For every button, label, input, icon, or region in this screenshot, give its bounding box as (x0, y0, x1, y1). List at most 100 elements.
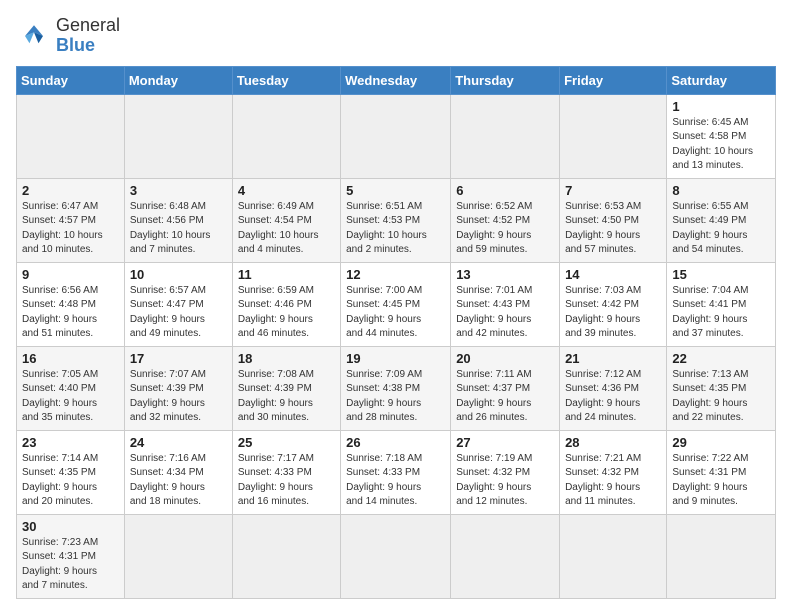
weekday-header-saturday: Saturday (667, 66, 776, 94)
day-number: 16 (22, 351, 119, 366)
calendar-cell: 7 Sunrise: 6:53 AM Sunset: 4:50 PM Daylig… (560, 178, 667, 262)
calendar-cell: 26 Sunrise: 7:18 AM Sunset: 4:33 PM Dayli… (341, 430, 451, 514)
day-info: Sunrise: 7:22 AM Sunset: 4:31 PM Dayligh… (672, 452, 770, 510)
day-number: 4 (238, 183, 335, 198)
calendar-cell (451, 514, 560, 598)
day-number: 20 (456, 351, 554, 366)
calendar-header-row: SundayMondayTuesdayWednesdayThursdayFrid… (17, 66, 776, 94)
day-number: 21 (565, 351, 661, 366)
calendar-cell (341, 94, 451, 178)
calendar-cell: 9 Sunrise: 6:56 AM Sunset: 4:48 PM Daylig… (17, 262, 125, 346)
calendar-cell: 19Sunrise: 7:09 AM Sunset: 4:38 PM Dayli… (341, 346, 451, 430)
calendar-table: SundayMondayTuesdayWednesdayThursdayFrid… (16, 66, 776, 599)
calendar-cell: 16 Sunrise: 7:05 AM Sunset: 4:40 PM Dayli… (17, 346, 125, 430)
day-number: 12 (346, 267, 445, 282)
day-number: 13 (456, 267, 554, 282)
calendar-cell: 28 Sunrise: 7:21 AM Sunset: 4:32 PM Dayli… (560, 430, 667, 514)
calendar-cell (667, 514, 776, 598)
calendar-week-row: 23 Sunrise: 7:14 AM Sunset: 4:35 PM Dayli… (17, 430, 776, 514)
day-number: 24 (130, 435, 227, 450)
calendar-cell (17, 94, 125, 178)
day-info: Sunrise: 7:11 AM Sunset: 4:37 PM Dayligh… (456, 368, 554, 426)
day-info: Sunrise: 7:00 AM Sunset: 4:45 PM Dayligh… (346, 284, 445, 342)
calendar-cell (124, 94, 232, 178)
day-number: 30 (22, 519, 119, 534)
calendar-cell: 20 Sunrise: 7:11 AM Sunset: 4:37 PM Dayli… (451, 346, 560, 430)
day-info: Sunrise: 6:57 AM Sunset: 4:47 PM Dayligh… (130, 284, 227, 342)
weekday-header-sunday: Sunday (17, 66, 125, 94)
day-info: Sunrise: 7:14 AM Sunset: 4:35 PM Dayligh… (22, 452, 119, 510)
day-number: 22 (672, 351, 770, 366)
calendar-cell: 22 Sunrise: 7:13 AM Sunset: 4:35 PM Dayli… (667, 346, 776, 430)
calendar-cell: 12 Sunrise: 7:00 AM Sunset: 4:45 PM Dayli… (341, 262, 451, 346)
logo-text: General Blue (56, 16, 120, 56)
day-number: 2 (22, 183, 119, 198)
calendar-cell: 6Sunrise: 6:52 AM Sunset: 4:52 PM Daylig… (451, 178, 560, 262)
day-number: 8 (672, 183, 770, 198)
day-number: 29 (672, 435, 770, 450)
day-info: Sunrise: 7:01 AM Sunset: 4:43 PM Dayligh… (456, 284, 554, 342)
day-info: Sunrise: 6:49 AM Sunset: 4:54 PM Dayligh… (238, 200, 335, 258)
day-info: Sunrise: 7:23 AM Sunset: 4:31 PM Dayligh… (22, 536, 119, 594)
calendar-cell: 11 Sunrise: 6:59 AM Sunset: 4:46 PM Dayli… (232, 262, 340, 346)
day-info: Sunrise: 7:19 AM Sunset: 4:32 PM Dayligh… (456, 452, 554, 510)
day-info: Sunrise: 7:16 AM Sunset: 4:34 PM Dayligh… (130, 452, 227, 510)
day-info: Sunrise: 7:21 AM Sunset: 4:32 PM Dayligh… (565, 452, 661, 510)
day-info: Sunrise: 7:13 AM Sunset: 4:35 PM Dayligh… (672, 368, 770, 426)
day-info: Sunrise: 7:03 AM Sunset: 4:42 PM Dayligh… (565, 284, 661, 342)
day-info: Sunrise: 6:55 AM Sunset: 4:49 PM Dayligh… (672, 200, 770, 258)
calendar-cell (341, 514, 451, 598)
logo-icon (16, 18, 52, 54)
calendar-cell: 27 Sunrise: 7:19 AM Sunset: 4:32 PM Dayli… (451, 430, 560, 514)
day-info: Sunrise: 6:45 AM Sunset: 4:58 PM Dayligh… (672, 116, 770, 174)
day-info: Sunrise: 6:56 AM Sunset: 4:48 PM Dayligh… (22, 284, 119, 342)
day-number: 14 (565, 267, 661, 282)
day-number: 25 (238, 435, 335, 450)
day-number: 1 (672, 99, 770, 114)
day-info: Sunrise: 6:53 AM Sunset: 4:50 PM Dayligh… (565, 200, 661, 258)
day-number: 28 (565, 435, 661, 450)
day-number: 9 (22, 267, 119, 282)
day-number: 7 (565, 183, 661, 198)
day-info: Sunrise: 6:52 AM Sunset: 4:52 PM Dayligh… (456, 200, 554, 258)
day-number: 26 (346, 435, 445, 450)
calendar-week-row: 9 Sunrise: 6:56 AM Sunset: 4:48 PM Daylig… (17, 262, 776, 346)
calendar-cell: 8 Sunrise: 6:55 AM Sunset: 4:49 PM Daylig… (667, 178, 776, 262)
calendar-cell (232, 514, 340, 598)
calendar-week-row: 1 Sunrise: 6:45 AM Sunset: 4:58 PM Daylig… (17, 94, 776, 178)
weekday-header-thursday: Thursday (451, 66, 560, 94)
day-info: Sunrise: 6:59 AM Sunset: 4:46 PM Dayligh… (238, 284, 335, 342)
day-info: Sunrise: 7:08 AM Sunset: 4:39 PM Dayligh… (238, 368, 335, 426)
calendar-week-row: 16 Sunrise: 7:05 AM Sunset: 4:40 PM Dayli… (17, 346, 776, 430)
calendar-cell: 23 Sunrise: 7:14 AM Sunset: 4:35 PM Dayli… (17, 430, 125, 514)
day-info: Sunrise: 7:17 AM Sunset: 4:33 PM Dayligh… (238, 452, 335, 510)
calendar-cell: 17 Sunrise: 7:07 AM Sunset: 4:39 PM Dayli… (124, 346, 232, 430)
day-info: Sunrise: 7:18 AM Sunset: 4:33 PM Dayligh… (346, 452, 445, 510)
calendar-cell (232, 94, 340, 178)
calendar-cell: 1 Sunrise: 6:45 AM Sunset: 4:58 PM Daylig… (667, 94, 776, 178)
weekday-header-friday: Friday (560, 66, 667, 94)
page-header: General Blue (16, 16, 776, 56)
day-number: 11 (238, 267, 335, 282)
calendar-cell: 29 Sunrise: 7:22 AM Sunset: 4:31 PM Dayli… (667, 430, 776, 514)
calendar-cell (124, 514, 232, 598)
calendar-cell: 21Sunrise: 7:12 AM Sunset: 4:36 PM Dayli… (560, 346, 667, 430)
day-info: Sunrise: 7:09 AM Sunset: 4:38 PM Dayligh… (346, 368, 445, 426)
day-number: 18 (238, 351, 335, 366)
calendar-week-row: 2 Sunrise: 6:47 AM Sunset: 4:57 PM Daylig… (17, 178, 776, 262)
calendar-cell (451, 94, 560, 178)
calendar-cell: 25 Sunrise: 7:17 AM Sunset: 4:33 PM Dayli… (232, 430, 340, 514)
day-info: Sunrise: 6:47 AM Sunset: 4:57 PM Dayligh… (22, 200, 119, 258)
calendar-cell: 18 Sunrise: 7:08 AM Sunset: 4:39 PM Dayli… (232, 346, 340, 430)
day-number: 17 (130, 351, 227, 366)
day-info: Sunrise: 7:07 AM Sunset: 4:39 PM Dayligh… (130, 368, 227, 426)
day-number: 15 (672, 267, 770, 282)
day-number: 23 (22, 435, 119, 450)
day-info: Sunrise: 6:48 AM Sunset: 4:56 PM Dayligh… (130, 200, 227, 258)
weekday-header-wednesday: Wednesday (341, 66, 451, 94)
weekday-header-monday: Monday (124, 66, 232, 94)
logo: General Blue (16, 16, 120, 56)
day-info: Sunrise: 7:05 AM Sunset: 4:40 PM Dayligh… (22, 368, 119, 426)
calendar-cell: 10Sunrise: 6:57 AM Sunset: 4:47 PM Dayli… (124, 262, 232, 346)
day-number: 27 (456, 435, 554, 450)
